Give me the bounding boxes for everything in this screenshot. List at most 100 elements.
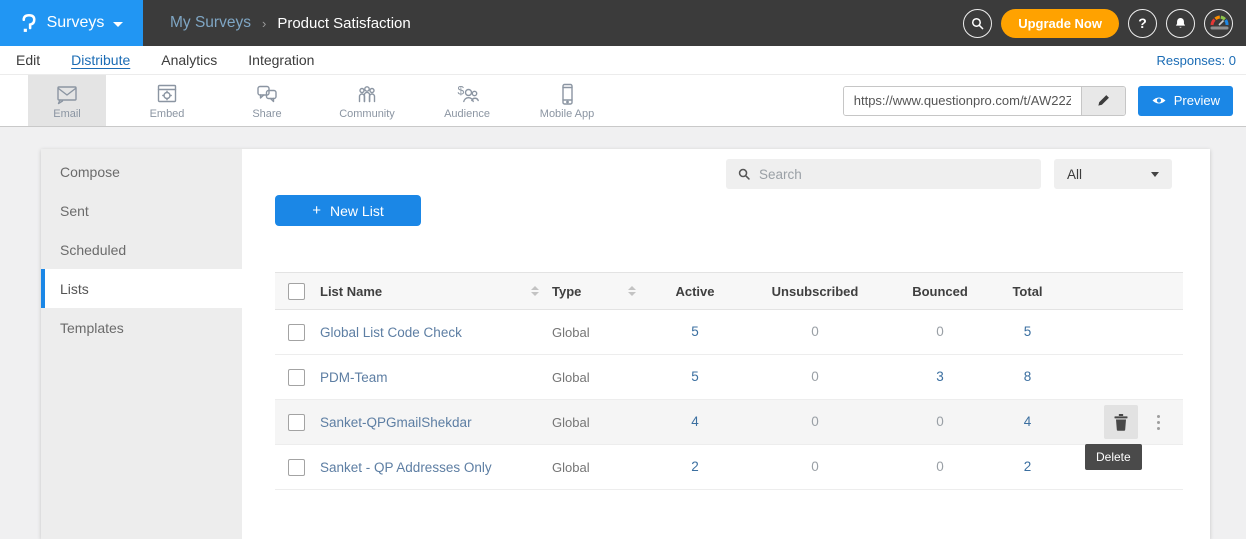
bounced-count: 0 [936,414,944,429]
channel-embed[interactable]: Embed [128,75,206,126]
select-all-checkbox[interactable] [288,283,305,300]
chevron-down-icon [1151,172,1159,177]
delete-tooltip: Delete [1085,444,1142,470]
notifications-bell-icon[interactable] [1166,9,1195,38]
lists-content: All + New List List Name [242,149,1210,539]
unsubscribed-count: 0 [811,414,819,429]
header-total: Total [1000,284,1055,299]
preview-button[interactable]: Preview [1138,86,1233,116]
bounced-count: 0 [936,459,944,474]
search-icon[interactable] [963,9,992,38]
list-type: Global [552,325,590,340]
table-row: Sanket - QP Addresses Only Global 2 0 0 … [275,445,1183,490]
breadcrumb-my-surveys[interactable]: My Surveys [170,14,251,32]
embed-icon [154,81,180,107]
upgrade-now-button[interactable]: Upgrade Now [1001,9,1119,38]
tab-integration[interactable]: Integration [248,52,314,68]
total-count-link[interactable]: 2 [1024,459,1032,474]
channel-label: Mobile App [540,108,594,120]
active-count-link[interactable]: 5 [691,324,699,339]
survey-url-input[interactable] [844,87,1081,115]
channel-audience[interactable]: $ Audience [428,75,506,126]
sidebar-item-sent[interactable]: Sent [41,191,242,230]
channel-share[interactable]: Share [228,75,306,126]
new-list-label: New List [330,203,384,219]
tab-edit[interactable]: Edit [16,52,40,68]
avatar[interactable] [1204,9,1233,38]
list-name-link[interactable]: Sanket-QPGmailShekdar [320,415,472,430]
sort-list-name-icon[interactable] [531,286,539,296]
table-row: PDM-Team Global 5 0 3 8 [275,355,1183,400]
list-search-input[interactable] [759,167,1030,182]
list-name-link[interactable]: Global List Code Check [320,325,462,340]
responses-count[interactable]: Responses: 0 [1157,53,1237,68]
email-icon [54,81,80,107]
mobile-app-icon [554,81,580,107]
list-type: Global [552,370,590,385]
delete-list-button[interactable] [1104,405,1138,439]
breadcrumb-survey-title: Product Satisfaction [277,15,410,32]
product-switcher[interactable]: Surveys [0,0,143,46]
product-name: Surveys [47,14,105,32]
table-row-hovered: Sanket-QPGmailShekdar Global 4 0 0 4 [275,400,1183,445]
total-count-link[interactable]: 4 [1024,414,1032,429]
sidebar-item-scheduled[interactable]: Scheduled [41,230,242,269]
questionpro-logo-icon [20,11,38,36]
top-bar: Surveys My Surveys › Product Satisfactio… [0,0,1246,46]
list-name-link[interactable]: PDM-Team [320,370,388,385]
lists-table: List Name Type Active Unsubscribed Bounc… [275,272,1183,490]
channel-mobile-app[interactable]: Mobile App [528,75,606,126]
channel-label: Share [252,108,281,120]
toolbar-right: Preview [843,75,1233,126]
channel-label: Email [53,108,81,120]
audience-icon: $ [454,81,480,107]
preview-label: Preview [1174,93,1220,108]
active-count-link[interactable]: 2 [691,459,699,474]
page-body: Compose Sent Scheduled Lists Templates [0,127,1246,539]
survey-nav: Edit Distribute Analytics Integration Re… [0,46,1246,75]
edit-url-pencil-icon[interactable] [1081,87,1125,115]
row-checkbox[interactable] [288,369,305,386]
row-menu-kebab-icon[interactable] [1154,412,1163,433]
new-list-button[interactable]: + New List [275,195,421,226]
sidebar-item-lists[interactable]: Lists [41,269,242,308]
total-count-link[interactable]: 8 [1024,369,1032,384]
distribute-toolbar: Email Embed Share Community $ Audience [0,75,1246,127]
svg-text:$: $ [458,84,465,98]
community-icon [354,81,380,107]
active-count-link[interactable]: 5 [691,369,699,384]
list-type: Global [552,415,590,430]
unsubscribed-count: 0 [811,369,819,384]
bounced-count-link[interactable]: 3 [936,369,944,384]
app-window: Surveys My Surveys › Product Satisfactio… [0,0,1246,539]
breadcrumb-separator: › [262,16,266,31]
plus-icon: + [312,202,321,219]
tab-distribute[interactable]: Distribute [71,52,130,68]
row-checkbox[interactable] [288,459,305,476]
row-checkbox[interactable] [288,324,305,341]
header-unsubscribed: Unsubscribed [750,284,880,299]
list-search-box [726,159,1041,189]
total-count-link[interactable]: 5 [1024,324,1032,339]
list-filter-dropdown[interactable]: All [1054,159,1172,189]
header-type: Type [552,284,581,299]
email-sidebar: Compose Sent Scheduled Lists Templates [41,149,242,539]
channel-email[interactable]: Email [28,75,106,126]
table-header-row: List Name Type Active Unsubscribed Bounc… [275,272,1183,310]
search-icon [737,167,751,181]
sort-type-icon[interactable] [628,286,636,296]
active-count-link[interactable]: 4 [691,414,699,429]
sidebar-item-templates[interactable]: Templates [41,308,242,347]
list-name-link[interactable]: Sanket - QP Addresses Only [320,460,492,475]
row-checkbox[interactable] [288,414,305,431]
tab-analytics[interactable]: Analytics [161,52,217,68]
sidebar-item-compose[interactable]: Compose [41,152,242,191]
channel-community[interactable]: Community [328,75,406,126]
bounced-count: 0 [936,324,944,339]
list-type: Global [552,460,590,475]
chevron-down-icon [113,22,123,27]
header-list-name: List Name [320,284,382,299]
help-icon[interactable]: ? [1128,9,1157,38]
eye-icon [1151,94,1167,107]
filter-value: All [1067,167,1082,182]
